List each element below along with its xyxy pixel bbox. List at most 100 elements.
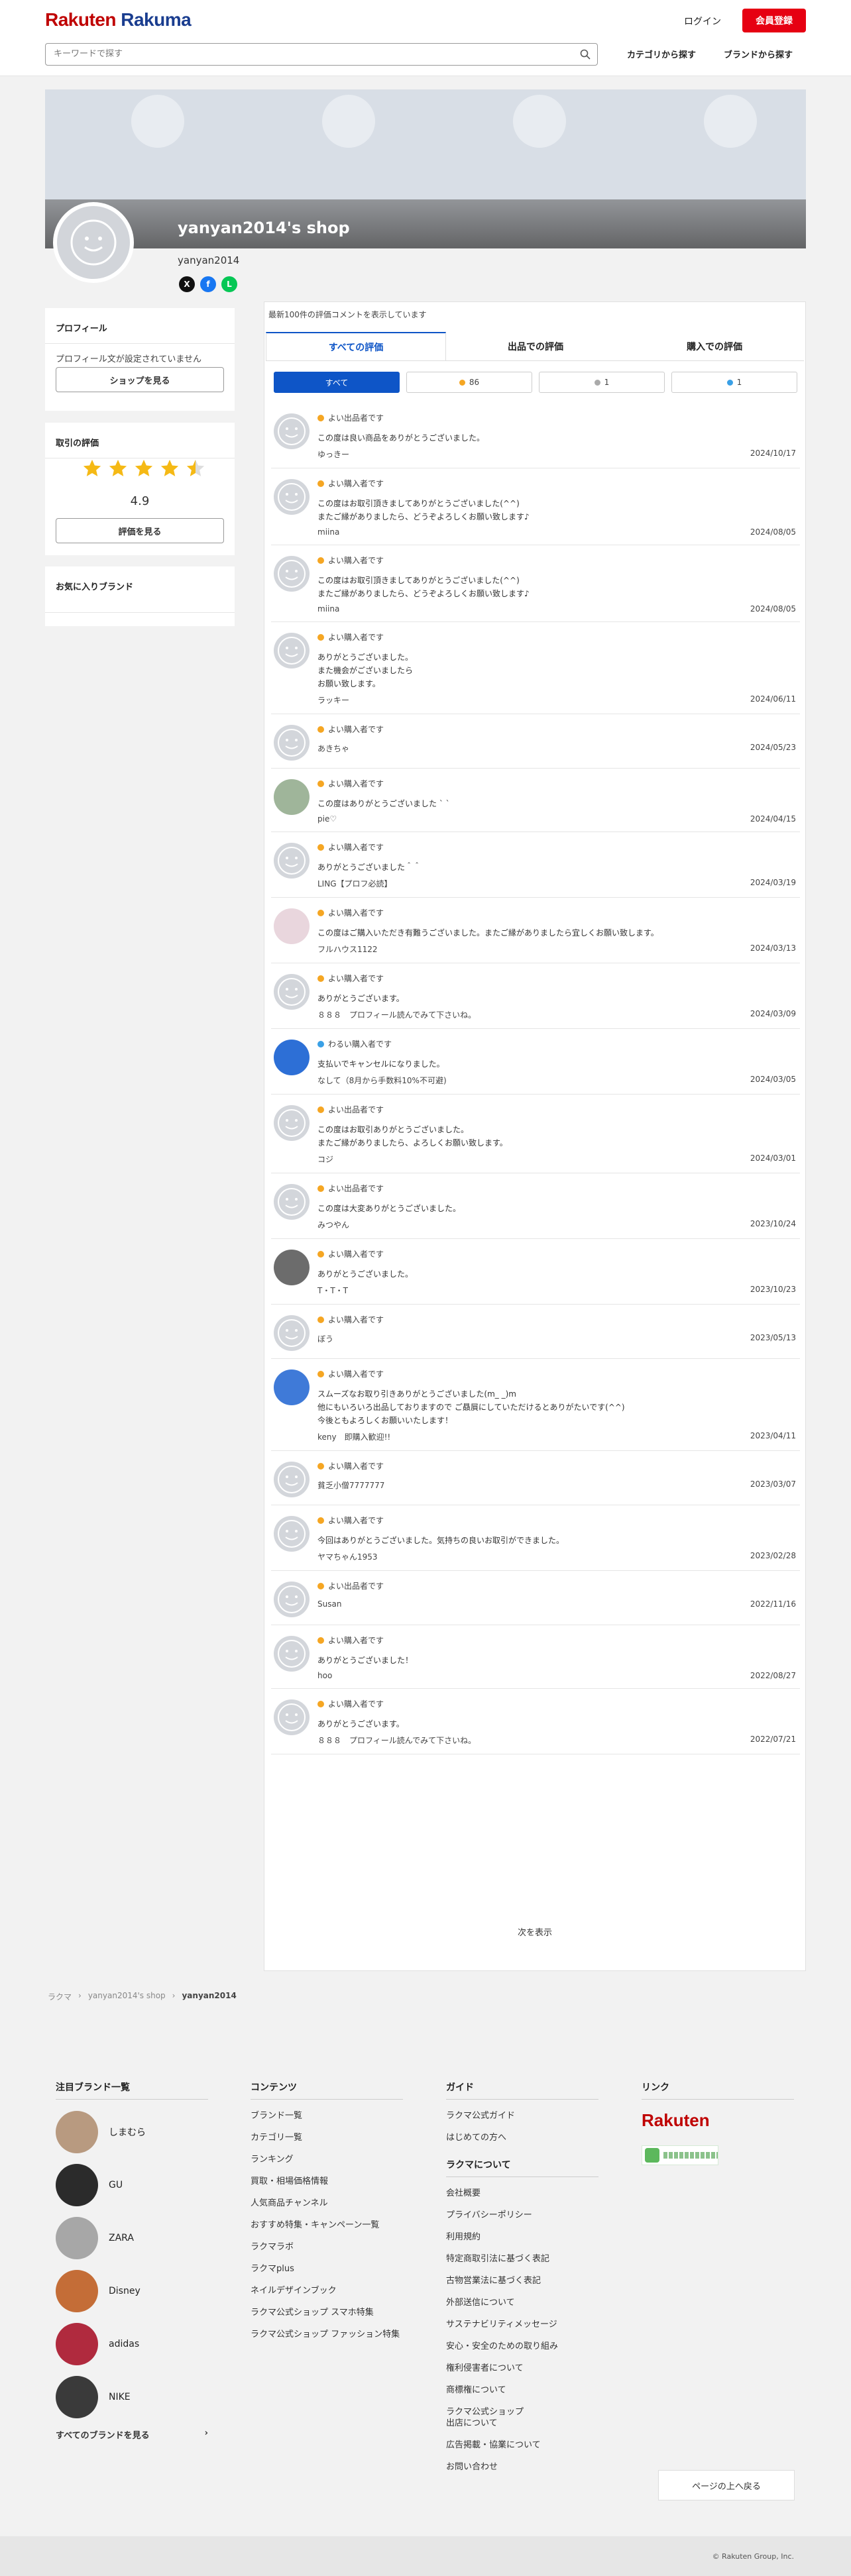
- login-link[interactable]: ログイン: [684, 15, 721, 28]
- view-shop-button[interactable]: ショップを見る: [56, 367, 224, 392]
- reviewer-name[interactable]: pie♡: [317, 814, 337, 824]
- footer-about-link[interactable]: 広告掲載・協業について: [446, 2440, 598, 2451]
- footer-brand-item[interactable]: NIKE: [56, 2375, 208, 2419]
- reviewer-avatar[interactable]: [274, 1315, 310, 1351]
- footer-brand-item[interactable]: GU: [56, 2163, 208, 2207]
- reviewer-name[interactable]: ８８８ プロフィール読んでみて下さいね。: [317, 1009, 476, 1020]
- review-footer: keny 即購入歓迎!! 2023/04/11: [317, 1431, 800, 1442]
- reviewer-avatar[interactable]: [274, 413, 310, 449]
- reviewer-avatar[interactable]: [274, 725, 310, 761]
- reviewer-avatar[interactable]: [274, 1250, 310, 1285]
- reviewer-avatar[interactable]: [274, 974, 310, 1010]
- footer-brand-item[interactable]: ZARA: [56, 2216, 208, 2260]
- footer-about-link[interactable]: 古物営業法に基づく表記: [446, 2275, 598, 2286]
- reviewer-avatar[interactable]: [274, 633, 310, 669]
- breadcrumb-item[interactable]: ラクマ: [48, 1991, 72, 2002]
- all-brands-link[interactable]: すべてのブランドを見る ›: [56, 2428, 208, 2441]
- filter-all[interactable]: すべて: [274, 372, 400, 393]
- filter-good[interactable]: 86: [406, 372, 532, 393]
- reviewer-avatar[interactable]: [274, 1636, 310, 1672]
- filter-bad[interactable]: 1: [671, 372, 797, 393]
- reviewer-name[interactable]: ラッキー: [317, 694, 349, 706]
- reviewer-name[interactable]: miina: [317, 527, 339, 537]
- signup-button[interactable]: 会員登録: [742, 9, 806, 32]
- reviewer-avatar[interactable]: [274, 779, 310, 815]
- nav-brand[interactable]: ブランドから探す: [724, 48, 793, 60]
- footer-contents-link[interactable]: ネイルデザインブック: [251, 2285, 403, 2296]
- reviewer-avatar[interactable]: [274, 908, 310, 944]
- footer-contents-link[interactable]: カテゴリ一覧: [251, 2132, 403, 2143]
- footer-about-link[interactable]: お問い合わせ: [446, 2461, 598, 2473]
- tab-selling[interactable]: 出品での評価: [446, 332, 625, 360]
- tab-all[interactable]: すべての評価: [266, 332, 446, 360]
- footer-contents-link[interactable]: 買取・相場価格情報: [251, 2176, 403, 2187]
- facebook-share-icon[interactable]: f: [200, 276, 216, 292]
- reviewer-name[interactable]: ぼう: [317, 1333, 333, 1344]
- reviewer-name[interactable]: ８８８ プロフィール読んでみて下さいね。: [317, 1735, 476, 1746]
- footer-guide-link[interactable]: はじめての方へ: [446, 2132, 598, 2143]
- reviewer-avatar[interactable]: [274, 1582, 310, 1617]
- footer-about-link[interactable]: 会社概要: [446, 2188, 598, 2199]
- reviewer-avatar[interactable]: [274, 843, 310, 879]
- reviewer-avatar[interactable]: [274, 479, 310, 515]
- footer-contents-link[interactable]: ラクマ公式ショップ ファッション特集: [251, 2329, 403, 2340]
- footer-contents-link[interactable]: おすすめ特集・キャンペーン一覧: [251, 2220, 403, 2231]
- footer-brand-item[interactable]: adidas: [56, 2322, 208, 2366]
- reviewer-name[interactable]: なして（8月から手数料10%不可避): [317, 1075, 447, 1086]
- load-more-button[interactable]: 次を表示: [266, 1915, 804, 1947]
- reviewer-name[interactable]: Susan: [317, 1599, 341, 1609]
- footer-about-link[interactable]: プライバシーポリシー: [446, 2210, 598, 2221]
- footer-brand-item[interactable]: Disney: [56, 2269, 208, 2313]
- reviewer-avatar[interactable]: [274, 1462, 310, 1497]
- footer-about-link[interactable]: 商標権について: [446, 2385, 598, 2396]
- footer-contents-link[interactable]: ラクマラボ: [251, 2241, 403, 2253]
- reviewer-avatar[interactable]: [274, 1516, 310, 1552]
- footer-about-link[interactable]: 特定商取引法に基づく表記: [446, 2253, 598, 2265]
- footer-about-link[interactable]: 権利侵害者について: [446, 2363, 598, 2374]
- reviewer-name[interactable]: ゆっきー: [317, 449, 349, 460]
- footer-contents-link[interactable]: 人気商品チャンネル: [251, 2198, 403, 2209]
- footer-about-link[interactable]: 外部送信について: [446, 2297, 598, 2308]
- footer-brand-item[interactable]: しまむら: [56, 2110, 208, 2154]
- reviewer-name[interactable]: LING【プロフ必読】: [317, 878, 392, 889]
- reviewer-name[interactable]: 貧乏小僧7777777: [317, 1479, 384, 1491]
- brand-image: [56, 2376, 98, 2418]
- reviewer-name[interactable]: miina: [317, 604, 339, 614]
- x-share-icon[interactable]: X: [179, 276, 195, 292]
- footer-about-link[interactable]: 利用規約: [446, 2231, 598, 2243]
- reviewer-name[interactable]: みつやん: [317, 1219, 349, 1230]
- footer-guide-link[interactable]: ラクマ公式ガイド: [446, 2110, 598, 2121]
- reviewer-name[interactable]: hoo: [317, 1671, 332, 1680]
- footer-contents-link[interactable]: ラクマplus: [251, 2263, 403, 2275]
- reviewer-avatar[interactable]: [274, 556, 310, 592]
- reviewer-name[interactable]: コジ: [317, 1154, 333, 1165]
- line-share-icon[interactable]: L: [221, 276, 237, 292]
- view-ratings-button[interactable]: 評価を見る: [56, 518, 224, 543]
- footer-contents-link[interactable]: ランキング: [251, 2154, 403, 2165]
- sdgs-banner-link[interactable]: [642, 2145, 718, 2165]
- rakuten-rakuma-logo[interactable]: Rakuten Rakuma: [45, 9, 192, 30]
- footer-contents-link[interactable]: ブランド一覧: [251, 2110, 403, 2121]
- reviewer-avatar[interactable]: [274, 1105, 310, 1141]
- filter-normal[interactable]: 1: [539, 372, 665, 393]
- reviewer-avatar[interactable]: [274, 1699, 310, 1735]
- reviewer-avatar[interactable]: [274, 1040, 310, 1075]
- nav-category[interactable]: カテゴリから探す: [627, 48, 696, 60]
- reviewer-avatar[interactable]: [274, 1184, 310, 1220]
- reviewer-name[interactable]: あきちゃ: [317, 743, 349, 754]
- tab-buying[interactable]: 購入での評価: [625, 332, 804, 360]
- footer-about-link[interactable]: ラクマ公式ショップ 出店について: [446, 2406, 598, 2429]
- footer-contents-link[interactable]: ラクマ公式ショップ スマホ特集: [251, 2307, 403, 2318]
- back-to-top-button[interactable]: ページの上へ戻る: [658, 2470, 795, 2500]
- reviewer-name[interactable]: keny 即購入歓迎!!: [317, 1431, 390, 1442]
- search-icon[interactable]: [580, 49, 591, 60]
- rakuten-logo-link[interactable]: Rakuten: [642, 2110, 794, 2131]
- footer-about-link[interactable]: サステナビリティメッセージ: [446, 2319, 598, 2330]
- reviewer-name[interactable]: フルハウス1122: [317, 943, 378, 955]
- search-input[interactable]: [54, 44, 571, 64]
- breadcrumb-item[interactable]: yanyan2014's shop: [88, 1991, 166, 2002]
- footer-about-link[interactable]: 安心・安全のための取り組み: [446, 2341, 598, 2352]
- reviewer-name[interactable]: ヤマちゃん1953: [317, 1551, 378, 1562]
- reviewer-name[interactable]: T・T・T: [317, 1285, 348, 1296]
- reviewer-avatar[interactable]: [274, 1369, 310, 1405]
